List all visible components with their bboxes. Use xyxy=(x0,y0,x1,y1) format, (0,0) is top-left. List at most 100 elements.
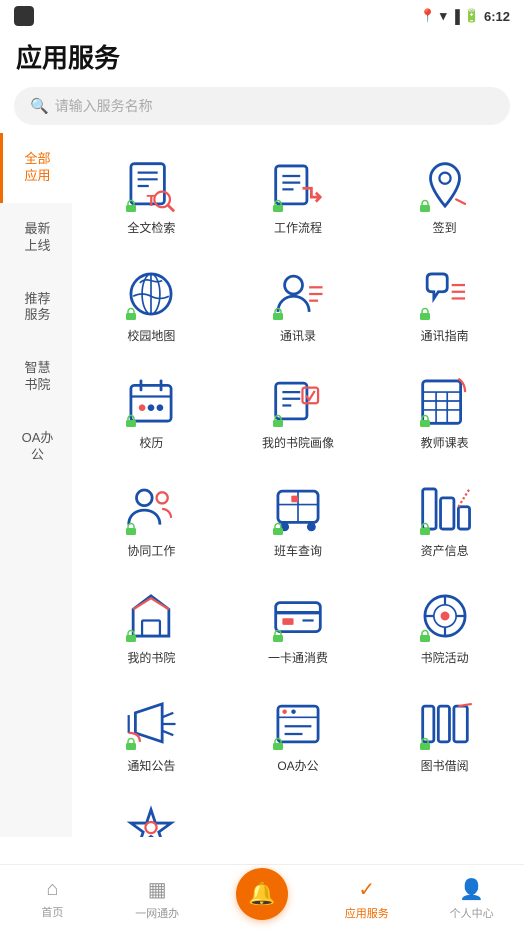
app-icon-commsguide xyxy=(416,265,474,323)
nav-item-profile[interactable]: 👤 个人中心 xyxy=(419,871,524,927)
sidebar: 全部应用 最新上线 推荐服务 智慧书院 OA办公 xyxy=(0,133,72,837)
lock-icon xyxy=(124,629,138,643)
app-item-timetable[interactable]: 教师课表 xyxy=(373,360,516,460)
service-icon: ▦ xyxy=(148,877,167,902)
nav-item-bell[interactable]: 🔔 xyxy=(210,868,315,920)
app-item-activity[interactable]: 书院活动 xyxy=(373,575,516,675)
time-display: 6:12 xyxy=(484,9,510,24)
lock-icon xyxy=(271,414,285,428)
lock-icon xyxy=(271,307,285,321)
app-icon-assets xyxy=(416,480,474,538)
search-placeholder: 请输入服务名称 xyxy=(55,96,153,116)
page-title: 应用服务 xyxy=(16,38,508,75)
signal-icon: ▐ xyxy=(451,9,460,24)
nav-label-service: 一网通办 xyxy=(135,905,179,921)
app-icon-library xyxy=(416,695,474,753)
app-label-timetable: 教师课表 xyxy=(421,436,469,452)
app-icon-todo xyxy=(122,803,180,837)
app-icon-small xyxy=(14,6,34,26)
app-label-contacts: 通讯录 xyxy=(280,329,316,345)
app-label-bookimage: 我的书院画像 xyxy=(262,436,334,452)
search-icon: 🔍 xyxy=(30,97,49,115)
lock-icon xyxy=(418,199,432,213)
app-item-myacademy[interactable]: 我的书院 xyxy=(80,575,223,675)
app-item-bookimage[interactable]: 我的书院画像 xyxy=(227,360,370,460)
app-item-calendar[interactable]: 校历 xyxy=(80,360,223,460)
content-area: T 全文检索 xyxy=(72,133,524,837)
home-icon: ⌂ xyxy=(46,878,58,901)
profile-icon: 👤 xyxy=(459,877,484,902)
bottom-nav: ⌂ 首页 ▦ 一网通办 🔔 ✓ 应用服务 👤 个人中心 xyxy=(0,864,524,932)
app-label-campusmap: 校园地图 xyxy=(127,329,175,345)
nav-item-home[interactable]: ⌂ 首页 xyxy=(0,872,105,926)
app-item-campusmap[interactable]: 校园地图 xyxy=(80,253,223,353)
status-bar: 📍 ▾ ▐ 🔋 6:12 xyxy=(0,0,524,30)
lock-icon xyxy=(271,629,285,643)
nav-label-home: 首页 xyxy=(41,904,63,920)
sidebar-item-recommended[interactable]: 推荐服务 xyxy=(0,273,72,343)
app-label-oa: OA办公 xyxy=(277,759,318,775)
app-label-checkin: 签到 xyxy=(433,221,457,237)
app-item-workflow[interactable]: 工作流程 xyxy=(227,145,370,245)
app-item-checkin[interactable]: 签到 xyxy=(373,145,516,245)
lock-icon xyxy=(124,307,138,321)
app-icon-oa xyxy=(269,695,327,753)
sidebar-item-new[interactable]: 最新上线 xyxy=(0,203,72,273)
app-icon-myacademy xyxy=(122,587,180,645)
status-right: 📍 ▾ ▐ 🔋 6:12 xyxy=(420,8,510,24)
app-icon-ecard xyxy=(269,587,327,645)
search-bar[interactable]: 🔍 请输入服务名称 xyxy=(14,87,510,125)
nav-item-apps[interactable]: ✓ 应用服务 xyxy=(314,871,419,927)
app-icon-activity xyxy=(416,587,474,645)
bell-button[interactable]: 🔔 xyxy=(236,868,288,920)
app-icon-bookimage xyxy=(269,372,327,430)
app-grid: T 全文检索 xyxy=(80,145,516,837)
sidebar-item-oa[interactable]: OA办公 xyxy=(0,412,72,482)
lock-icon xyxy=(124,414,138,428)
app-item-fulltext[interactable]: T 全文检索 xyxy=(80,145,223,245)
lock-icon xyxy=(418,629,432,643)
wifi-icon: ▾ xyxy=(440,8,447,24)
app-label-assets: 资产信息 xyxy=(421,544,469,560)
lock-icon xyxy=(124,737,138,751)
lock-icon xyxy=(271,737,285,751)
app-icon-campusmap xyxy=(122,265,180,323)
main-layout: 全部应用 最新上线 推荐服务 智慧书院 OA办公 T xyxy=(0,133,524,837)
app-icon-contacts xyxy=(269,265,327,323)
app-icon-collab xyxy=(122,480,180,538)
lock-icon xyxy=(418,414,432,428)
lock-icon xyxy=(271,522,285,536)
app-item-busquery[interactable]: 班车查询 xyxy=(227,468,370,568)
app-item-notice[interactable]: 通知公告 xyxy=(80,683,223,783)
sidebar-item-all[interactable]: 全部应用 xyxy=(0,133,72,203)
app-item-contacts[interactable]: 通讯录 xyxy=(227,253,370,353)
app-item-collab[interactable]: 协同工作 xyxy=(80,468,223,568)
app-item-assets[interactable]: 资产信息 xyxy=(373,468,516,568)
app-icon-workflow xyxy=(269,157,327,215)
app-label-busquery: 班车查询 xyxy=(274,544,322,560)
lock-icon xyxy=(418,307,432,321)
app-icon-timetable xyxy=(416,372,474,430)
lock-icon xyxy=(418,737,432,751)
nav-item-service[interactable]: ▦ 一网通办 xyxy=(105,871,210,927)
lock-icon xyxy=(418,522,432,536)
sidebar-item-smart[interactable]: 智慧书院 xyxy=(0,342,72,412)
app-item-oa[interactable]: OA办公 xyxy=(227,683,370,783)
lock-icon xyxy=(124,522,138,536)
app-label-myacademy: 我的书院 xyxy=(127,651,175,667)
app-item-commsguide[interactable]: 通讯指南 xyxy=(373,253,516,353)
app-item-ecard[interactable]: 一卡通消费 xyxy=(227,575,370,675)
app-label-activity: 书院活动 xyxy=(421,651,469,667)
app-label-workflow: 工作流程 xyxy=(274,221,322,237)
app-icon-calendar xyxy=(122,372,180,430)
app-label-fulltext: 全文检索 xyxy=(127,221,175,237)
app-item-todo[interactable]: 知楼·社咖 xyxy=(80,791,223,837)
app-icon-busquery xyxy=(269,480,327,538)
nav-label-apps: 应用服务 xyxy=(345,905,389,921)
app-label-notice: 通知公告 xyxy=(127,759,175,775)
lock-icon xyxy=(271,199,285,213)
lock-icon xyxy=(124,199,138,213)
app-label-commsguide: 通讯指南 xyxy=(421,329,469,345)
app-label-ecard: 一卡通消费 xyxy=(268,651,328,667)
app-item-library[interactable]: 图书借阅 xyxy=(373,683,516,783)
